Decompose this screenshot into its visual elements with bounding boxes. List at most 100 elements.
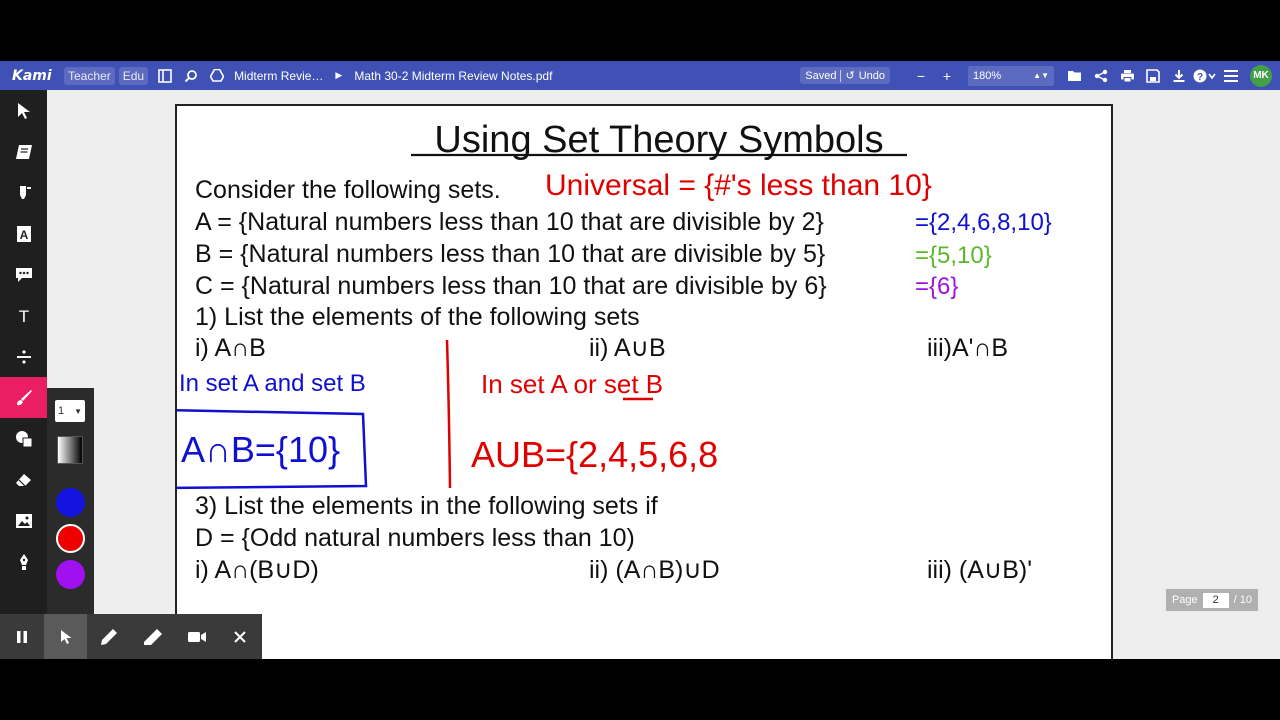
equation-tool-button[interactable] [0,336,47,377]
avatar[interactable]: MK [1250,64,1272,87]
pen-nib-icon [19,553,28,570]
svg-text:T: T [18,307,28,325]
select-tool-button[interactable] [0,90,47,131]
svg-text:A: A [19,228,28,242]
ink-universal-set: Universal = {#'s less than 10} [545,169,932,202]
ink-set-b-elements: ={5,10} [915,242,992,269]
ink-in-a-and-b: In set A and set B [179,370,366,397]
print-icon[interactable] [1114,65,1140,87]
kami-logo: Kami [12,67,52,84]
ink-a-intersect-b: A∩B={10} [181,429,340,470]
top-toolbar: Kami Teacher Edu Midterm Revie… ▶ Math 3… [0,61,1280,90]
eraser-tool-button[interactable] [0,459,47,500]
recording-toolbar [0,614,262,659]
eraser-icon [15,473,31,486]
cursor-arrow-icon [17,102,30,119]
zoom-value: 180% [973,69,1002,82]
google-drive-icon [204,65,230,87]
breadcrumb-chevron-icon: ▶ [335,70,343,80]
question-3-iii: iii) (A∪B)' [927,556,1032,584]
stroke-size-select[interactable]: 1 ▼ [55,400,85,422]
highlight-tool-button[interactable] [0,172,47,213]
pause-button[interactable] [0,614,44,659]
color-swatch-blue[interactable] [56,488,85,517]
page-label: Page [1171,594,1198,606]
brush-icon [16,389,32,405]
sidebar-toggle-icon[interactable] [152,65,178,87]
zoom-in-icon[interactable]: + [934,65,960,87]
pencil-icon [101,628,118,645]
question-1-i: i) A∩B [195,334,266,362]
download-icon[interactable] [1166,65,1192,87]
ink-in-a-or-b: In set A or set B [481,369,663,399]
question-1: 1) List the elements of the following se… [195,303,640,331]
ink-a-union-b: AUB={2,4,5,6,8 [471,434,718,475]
help-icon[interactable]: ? [1192,65,1218,87]
saved-status: Saved [805,69,837,82]
chevron-down-icon: ▼ [74,406,82,416]
camera-button[interactable] [175,614,219,659]
comment-icon [15,267,32,282]
ink-set-a-elements: ={2,4,6,8,10} [915,209,1052,236]
image-tool-button[interactable] [0,500,47,541]
svg-text:?: ? [1197,72,1203,83]
text-tool-button[interactable]: T [0,295,47,336]
page-total: / 10 [1233,594,1253,606]
shapes-tool-button[interactable] [0,418,47,459]
undo-icon[interactable]: ↺ [845,69,854,82]
search-icon[interactable] [178,65,204,87]
saved-undo-group: Saved ↺ Undo [800,67,890,84]
markup-tool-button[interactable] [0,131,47,172]
color-swatch-purple[interactable] [56,560,85,589]
pause-icon [16,630,27,643]
ink-set-c-elements: ={6} [915,273,958,300]
letterbox-top [0,0,1280,61]
ink-divider-line [445,339,452,489]
pen-button[interactable] [87,614,131,659]
image-icon [15,513,32,528]
set-b-definition: B = {Natural numbers less than 10 that a… [195,240,825,268]
text-box-tool-button[interactable]: A [0,213,47,254]
page-number-input[interactable]: 2 [1202,592,1229,608]
pointer-button[interactable] [43,614,88,659]
set-d-definition: D = {Odd natural numbers less than 10) [195,524,635,552]
open-folder-icon[interactable] [1062,65,1088,87]
shapes-icon [15,430,32,447]
edu-chip[interactable]: Edu [118,66,149,85]
signature-tool-button[interactable] [0,541,47,582]
breadcrumb-file[interactable]: Math 30-2 Midterm Review Notes.pdf [354,69,552,83]
color-swatch-red[interactable] [56,524,85,553]
set-a-definition: A = {Natural numbers less than 10 that a… [195,208,824,236]
text-t-icon: T [18,307,28,325]
drawing-tool-button[interactable] [0,377,47,418]
drawing-options-panel: 1 ▼ [47,388,94,618]
divide-icon [16,349,31,364]
stroke-size-value: 1 [58,405,65,417]
question-1-ii: ii) A∪B [589,334,666,362]
zoom-select[interactable]: 180% ▲▼ [968,65,1054,86]
breadcrumb-folder[interactable]: Midterm Revie… [234,69,323,83]
menu-icon[interactable] [1218,65,1244,87]
tool-rail: A T [0,90,47,659]
question-3-i: i) A∩(B∪D) [195,556,319,584]
text-highlight-icon: A [16,225,31,242]
share-icon[interactable] [1088,65,1114,87]
question-3: 3) List the elements in the following se… [195,492,658,520]
undo-button[interactable]: Undo [859,70,885,82]
teacher-chip[interactable]: Teacher [64,66,115,85]
page-content: Using Set Theory Symbols Consider the fo… [177,119,1052,584]
consider-line: Consider the following sets. [195,176,501,204]
comment-tool-button[interactable] [0,254,47,295]
letterbox-bottom [0,659,1280,720]
opacity-slider[interactable] [57,436,83,464]
question-3-ii: ii) (A∩B)∪D [589,556,720,584]
save-icon[interactable] [1140,65,1166,87]
cursor-arrow-icon [60,629,71,644]
question-1-iii: iii)A'∩B [927,334,1008,362]
pdf-page: Using Set Theory Symbols Consider the fo… [175,104,1113,664]
marker-icon [143,628,162,645]
close-recording-button[interactable] [218,614,262,659]
zoom-out-icon[interactable]: − [908,65,934,87]
highlighter-button[interactable] [131,614,175,659]
select-arrow-icon: ▲▼ [1033,71,1049,80]
